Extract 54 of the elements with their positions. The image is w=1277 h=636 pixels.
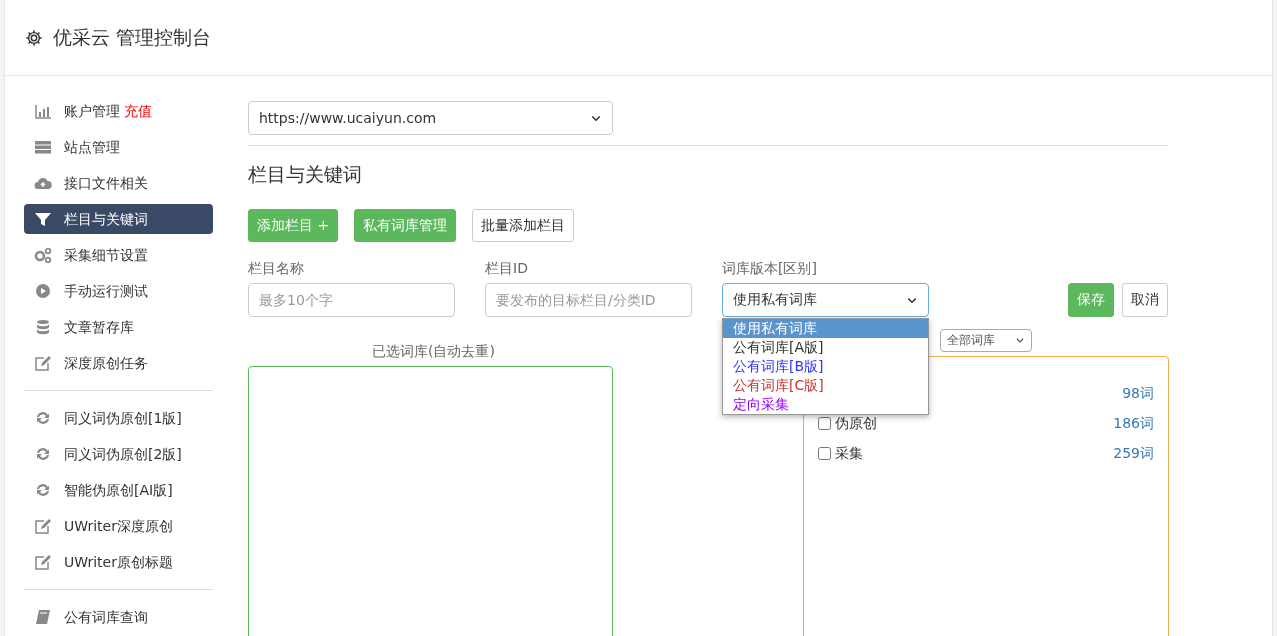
panel-title: 已选词库(自动去重) [372, 341, 496, 361]
server-icon [34, 139, 52, 155]
sidebar-item[interactable]: 公有词库查询 [24, 602, 213, 632]
word-count: 98词 [1122, 384, 1154, 403]
edit-icon [34, 355, 52, 371]
refresh-icon [34, 482, 52, 498]
input-field[interactable]: 要发布的目标栏目/分类ID [485, 282, 692, 317]
settings-icon [25, 28, 43, 47]
library-option[interactable]: 伪原创 [818, 413, 877, 434]
cancel-button[interactable]: 取消 [1122, 282, 1168, 317]
sidebar-item[interactable]: 同义词伪原创[1版] [24, 403, 213, 433]
sidebar-item[interactable]: 接口文件相关 [24, 168, 213, 198]
library-filter-select[interactable]: 全部词库 [940, 328, 1032, 352]
caret-icon [1015, 335, 1025, 345]
sidebar-item[interactable]: 站点管理 [24, 132, 213, 162]
sidebar-item[interactable]: 采集细节设置 [24, 240, 213, 270]
toolbar-button[interactable]: 批量添加栏目 [472, 208, 575, 242]
sidebar-item[interactable]: 文章暂存库 [24, 312, 213, 342]
site-select[interactable]: https://www.ucaiyun.com [248, 101, 613, 135]
checkbox[interactable] [818, 417, 831, 430]
field-label: 词库版本[区别] [722, 258, 818, 278]
sidebar-item[interactable]: UWriter深度原创 [24, 511, 213, 541]
gears-icon [34, 247, 52, 263]
book-icon [34, 609, 52, 625]
app-title: 优采云 管理控制台 [53, 25, 212, 51]
field-label: 栏目名称 [248, 258, 305, 278]
refresh-icon [34, 410, 52, 426]
sidebar-item[interactable]: 栏目与关键词 [24, 204, 213, 234]
sidebar-item[interactable]: 同义词伪原创[2版] [24, 439, 213, 469]
word-count: 186词 [1113, 414, 1154, 433]
section-title: 栏目与关键词 [248, 162, 363, 187]
library-select[interactable]: 使用私有词库 [722, 282, 929, 317]
dropdown-option[interactable]: 公有词库[B版] [723, 356, 928, 376]
sidebar-item[interactable]: 深度原创任务 [24, 348, 213, 378]
checkbox[interactable] [818, 447, 831, 460]
input-field[interactable]: 最多10个字 [248, 282, 455, 317]
word-count: 259词 [1113, 444, 1154, 463]
filter-icon [34, 211, 52, 227]
refresh-icon [34, 446, 52, 462]
database-icon [34, 319, 52, 335]
play-icon [34, 283, 52, 299]
dropdown-option[interactable]: 公有词库[C版] [723, 375, 928, 395]
sidebar-item[interactable]: 智能伪原创[AI版] [24, 475, 213, 505]
cloud-upload-icon [34, 175, 52, 191]
sidebar-item[interactable]: UWriter原创标题 [24, 547, 213, 577]
library-option[interactable]: 采集 [818, 443, 863, 464]
bar-chart-icon [34, 103, 52, 119]
edit-icon [34, 518, 52, 534]
edit-icon [34, 554, 52, 570]
sidebar-item[interactable]: 手动运行测试 [24, 276, 213, 306]
field-label: 栏目ID [485, 258, 529, 278]
dropdown-option[interactable]: 定向采集 [723, 394, 928, 414]
sidebar-item[interactable]: 账户管理 充值 [24, 96, 213, 126]
dropdown-option[interactable]: 公有词库[A版] [723, 337, 928, 357]
